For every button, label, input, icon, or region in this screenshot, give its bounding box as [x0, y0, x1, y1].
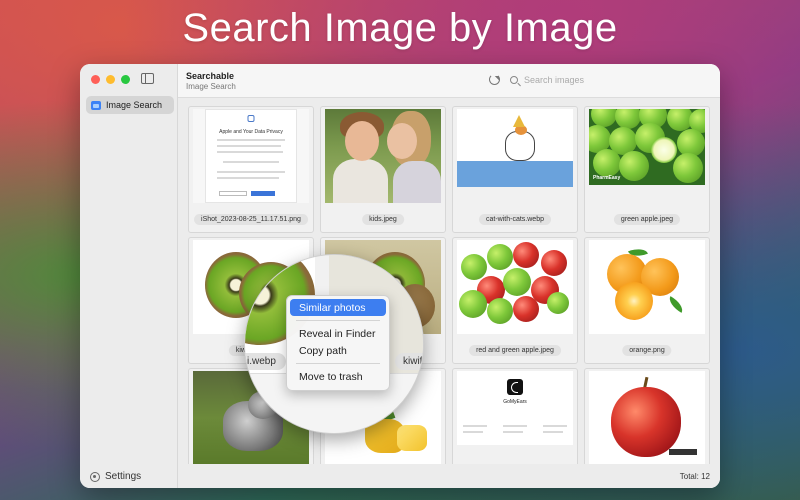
image-caption: red and green apple.jpeg — [469, 345, 561, 356]
image-card[interactable] — [584, 368, 710, 464]
menu-separator — [296, 320, 380, 321]
app-subtitle: Image Search — [186, 82, 236, 91]
search-icon — [510, 76, 518, 84]
image-card[interactable]: GoMyEars — [452, 368, 578, 464]
total-count: Total: 12 — [679, 472, 710, 481]
image-caption: orange.png — [622, 345, 672, 356]
menu-item-reveal-in-finder[interactable]: Reveal in Finder — [290, 325, 386, 342]
refresh-icon[interactable] — [489, 74, 500, 85]
image-thumbnail: PharmEasy — [589, 109, 705, 185]
image-thumbnail: Apple and Your Data Privacy — [193, 109, 309, 203]
doc-title: GoMyEars — [503, 399, 527, 405]
menu-item-similar-photos[interactable]: Similar photos — [290, 299, 386, 316]
image-caption: kids.jpeg — [362, 214, 404, 225]
context-menu: Similar photos Reveal in Finder Copy pat… — [286, 295, 390, 391]
menu-separator — [296, 363, 380, 364]
image-card[interactable]: red and green apple.jpeg — [452, 237, 578, 364]
sidebar-toggle-icon[interactable] — [141, 73, 154, 84]
image-thumbnail — [325, 109, 441, 203]
search-input[interactable] — [524, 75, 644, 85]
image-icon — [91, 100, 101, 110]
lens-caption: i.webp — [245, 353, 286, 370]
gear-icon — [90, 471, 100, 482]
toolbar: Searchable Image Search — [178, 64, 720, 98]
image-card[interactable]: Apple and Your Data Privacy iShot_2023-0… — [188, 106, 314, 233]
image-thumbnail — [457, 109, 573, 187]
image-thumbnail — [589, 371, 705, 464]
image-card[interactable]: orange.png — [584, 237, 710, 364]
image-thumbnail — [457, 240, 573, 334]
lens-caption: kiwifru — [395, 353, 423, 370]
sidebar-item-image-search[interactable]: Image Search — [86, 96, 174, 114]
settings-label: Settings — [105, 471, 142, 482]
image-caption: iShot_2023-08-25_11.17.51.png — [194, 214, 308, 225]
image-card[interactable]: kids.jpeg — [320, 106, 446, 233]
image-thumbnail — [589, 240, 705, 334]
search-field[interactable] — [510, 75, 644, 85]
window-controls — [91, 75, 130, 84]
image-caption: green apple.jpeg — [613, 214, 681, 225]
sidebar-item-label: Image Search — [106, 100, 163, 110]
image-caption: cat-with-cats.webp — [479, 214, 551, 225]
lock-icon — [247, 115, 255, 122]
promo-headline: Search Image by Image — [182, 6, 618, 50]
ear-logo-icon — [507, 379, 523, 395]
image-thumbnail: GoMyEars — [457, 371, 573, 445]
close-button[interactable] — [91, 75, 100, 84]
image-card[interactable]: PharmEasy green apple.jpeg — [584, 106, 710, 233]
brand-watermark: PharmEasy — [593, 175, 621, 181]
app-title: Searchable — [186, 71, 235, 81]
menu-item-move-to-trash[interactable]: Move to trash — [290, 368, 386, 385]
minimize-button[interactable] — [106, 75, 115, 84]
zoom-button[interactable] — [121, 75, 130, 84]
image-card[interactable]: cat-with-cats.webp — [452, 106, 578, 233]
sidebar: Image Search Settings — [80, 64, 178, 488]
status-bar: Total: 12 — [178, 464, 720, 488]
doc-title: Apple and Your Data Privacy — [219, 129, 283, 135]
menu-item-copy-path[interactable]: Copy path — [290, 342, 386, 359]
settings-button[interactable]: Settings — [90, 471, 141, 482]
